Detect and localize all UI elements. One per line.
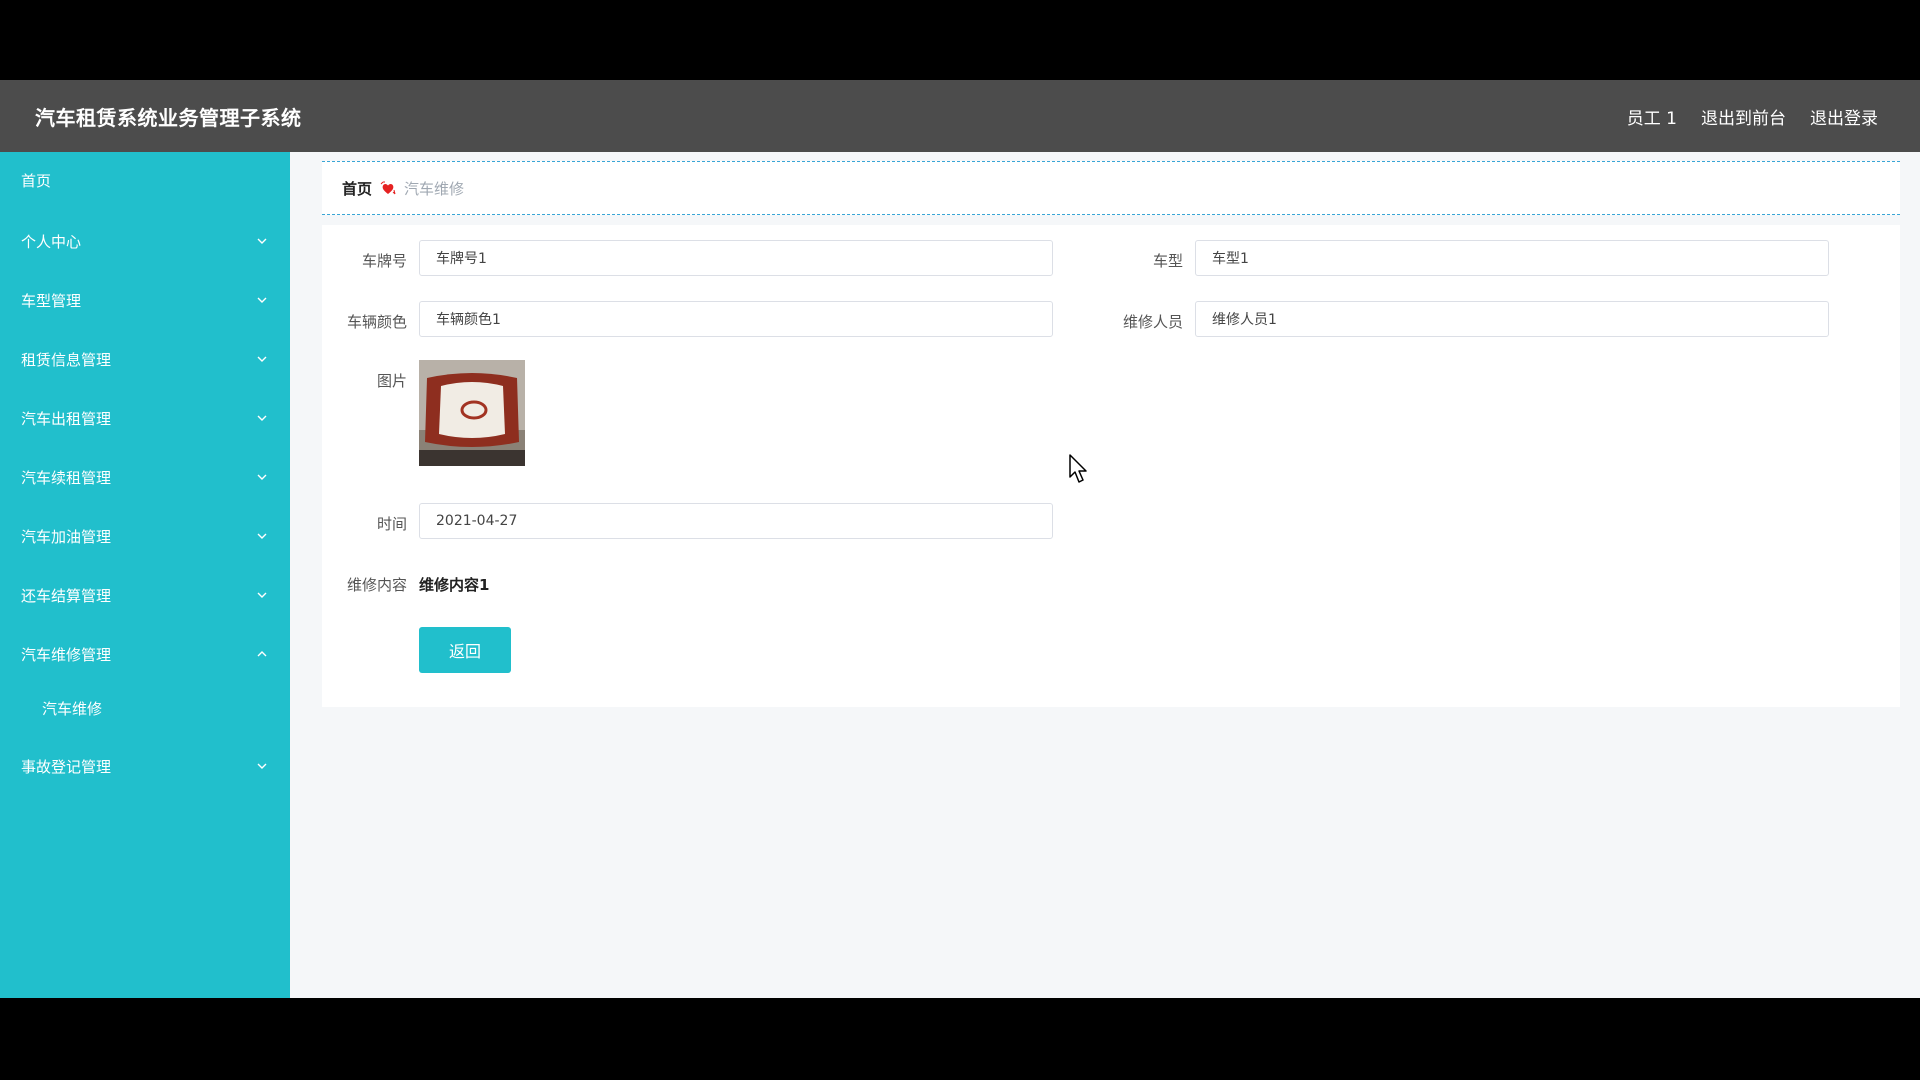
sidebar-item-label: 车型管理 [21, 291, 82, 310]
repair-content-value: 维修内容1 [419, 576, 490, 594]
breadcrumb: 首页 汽车维修 [322, 161, 1900, 215]
sidebar-item-car-rent-out[interactable]: 汽车出租管理 [0, 398, 290, 438]
current-user[interactable]: 员工 1 [1627, 104, 1677, 129]
breadcrumb-current: 汽车维修 [404, 179, 465, 198]
sidebar-item-return-settlement[interactable]: 还车结算管理 [0, 575, 290, 615]
time-input[interactable]: 2021-04-27 [419, 503, 1053, 539]
mouse-cursor-icon [1069, 454, 1087, 483]
repair-staff-input[interactable]: 维修人员1 [1195, 301, 1829, 337]
sidebar-item-label: 汽车维修 [42, 699, 103, 718]
logout-link[interactable]: 退出登录 [1810, 104, 1878, 129]
app-title: 汽车租赁系统业务管理子系统 [35, 105, 302, 130]
sidebar-item-label: 个人中心 [21, 232, 82, 251]
breadcrumb-home[interactable]: 首页 [342, 178, 372, 199]
sidebar-item-personal-center[interactable]: 个人中心 [0, 221, 290, 261]
sidebar-item-label: 还车结算管理 [21, 586, 112, 605]
sidebar-item-label: 汽车维修管理 [21, 645, 112, 664]
sidebar: 首页 个人中心 车型管理 租赁信息管理 汽车出租管理 汽车续租管理 汽车加油管理… [0, 152, 290, 998]
plate-input[interactable]: 车牌号1 [419, 240, 1053, 276]
top-bar: 汽车租赁系统业务管理子系统 员工 1 退出到前台 退出登录 [0, 80, 1920, 152]
chevron-down-icon [257, 474, 267, 480]
chevron-up-icon [257, 651, 267, 657]
back-button[interactable]: 返回 [419, 627, 511, 673]
sidebar-item-label: 首页 [21, 171, 52, 190]
photo-label: 图片 [376, 372, 407, 390]
color-input[interactable]: 车辆颜色1 [419, 301, 1053, 337]
sidebar-item-label: 事故登记管理 [21, 757, 112, 776]
chevron-down-icon [257, 533, 267, 539]
sidebar-item-car-model[interactable]: 车型管理 [0, 280, 290, 320]
sidebar-item-rental-info[interactable]: 租赁信息管理 [0, 339, 290, 379]
sidebar-item-label: 汽车加油管理 [21, 527, 112, 546]
chevron-down-icon [257, 763, 267, 769]
repair-content-label: 维修内容 [346, 576, 407, 594]
model-input[interactable]: 车型1 [1195, 240, 1829, 276]
sidebar-item-label: 租赁信息管理 [21, 350, 112, 369]
sidebar-item-accident-registration[interactable]: 事故登记管理 [0, 746, 290, 786]
exit-to-frontend-link[interactable]: 退出到前台 [1701, 104, 1786, 129]
repair-detail-form: 车牌号 车牌号1 车型 车型1 车辆颜色 车辆颜色1 维修人员 维修人员1 图片… [322, 225, 1900, 707]
main-content: 首页 汽车维修 车牌号 车牌号1 车型 车型1 车辆颜色 车辆颜色1 维修人员 … [290, 152, 1920, 998]
chevron-down-icon [257, 297, 267, 303]
chevron-down-icon [257, 415, 267, 421]
chevron-down-icon [257, 238, 267, 244]
sidebar-subitem-car-repair[interactable]: 汽车维修 [0, 688, 290, 728]
sidebar-item-label: 汽车续租管理 [21, 468, 112, 487]
sidebar-item-car-renewal[interactable]: 汽车续租管理 [0, 457, 290, 497]
heart-separator-icon [380, 181, 396, 195]
car-seat-pillow-image [419, 360, 525, 466]
heart-icon [380, 181, 396, 195]
chevron-down-icon [257, 592, 267, 598]
screen: 汽车租赁系统业务管理子系统 员工 1 退出到前台 退出登录 首页 个人中心 车型… [0, 0, 1920, 1080]
repair-staff-label: 维修人员 [1122, 313, 1183, 331]
chevron-down-icon [257, 356, 267, 362]
sidebar-item-car-repair-management[interactable]: 汽车维修管理 [0, 634, 290, 674]
sidebar-item-home[interactable]: 首页 [0, 160, 290, 200]
model-label: 车型 [1152, 252, 1183, 270]
car-pillow-photo[interactable] [419, 360, 525, 466]
sidebar-item-car-refuel[interactable]: 汽车加油管理 [0, 516, 290, 556]
sidebar-item-label: 汽车出租管理 [21, 409, 112, 428]
color-label: 车辆颜色 [346, 313, 407, 331]
time-label: 时间 [376, 515, 407, 533]
header-actions: 员工 1 退出到前台 退出登录 [1627, 104, 1878, 129]
plate-label: 车牌号 [361, 252, 407, 270]
